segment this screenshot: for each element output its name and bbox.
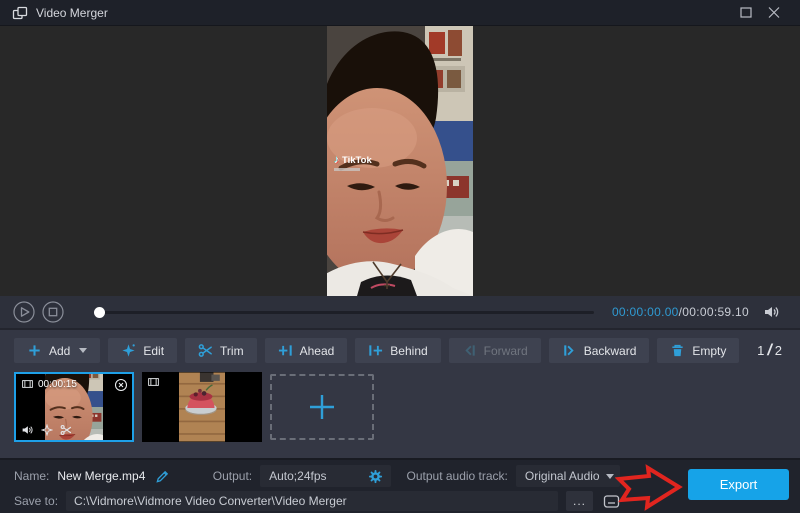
footer-bar: Name: New Merge.mp4 Output: Auto;24fps O… — [0, 458, 800, 513]
clip-trim-icon[interactable] — [60, 424, 72, 436]
output-format-value: Auto;24fps — [269, 469, 326, 483]
time-display: 00:00:00.00/00:00:59.10 — [612, 305, 749, 319]
clip-remove-button[interactable] — [114, 378, 128, 392]
open-folder-button[interactable] — [601, 494, 622, 509]
audio-track-value: Original Audio — [525, 469, 600, 483]
open-folder-icon — [603, 494, 620, 509]
empty-button-label: Empty — [692, 344, 726, 358]
titlebar: Video Merger — [0, 0, 800, 26]
seek-slider[interactable] — [94, 305, 594, 319]
name-label: Name: — [14, 469, 49, 483]
clip-panel: Add Edit Trim Ahead Behind Forward — [0, 328, 800, 458]
clip-tool-icons — [21, 424, 72, 436]
window-title: Video Merger — [36, 6, 108, 20]
stop-button[interactable] — [41, 300, 65, 324]
total-time: 00:00:59.10 — [682, 305, 749, 319]
page-indicator: 1/ 2 — [757, 342, 782, 360]
move-forward-icon — [462, 343, 477, 358]
output-label: Output: — [213, 469, 252, 483]
empty-button[interactable]: Empty — [657, 338, 739, 363]
chevron-down-icon — [606, 474, 614, 479]
save-path-value: C:\Vidmore\Vidmore Video Converter\Video… — [74, 494, 347, 508]
backward-button-label: Backward — [584, 344, 637, 358]
svg-text:♪: ♪ — [334, 154, 340, 166]
magic-wand-icon — [121, 343, 136, 358]
edit-button[interactable]: Edit — [108, 338, 177, 363]
video-merger-window: Video Merger — [0, 0, 800, 513]
ahead-button-label: Ahead — [300, 344, 335, 358]
behind-button[interactable]: Behind — [355, 338, 440, 363]
plus-icon — [308, 393, 336, 421]
close-circle-icon — [114, 378, 128, 392]
close-button[interactable] — [760, 1, 788, 25]
output-format-field[interactable]: Auto;24fps — [260, 465, 390, 487]
backward-button[interactable]: Backward — [549, 338, 650, 363]
merge-icon — [12, 5, 28, 21]
page-total: 2 — [775, 343, 782, 358]
output-settings-button[interactable] — [366, 469, 385, 484]
audio-track-dropdown[interactable]: Original Audio — [516, 465, 620, 487]
insert-ahead-icon — [278, 343, 293, 358]
gear-icon — [368, 469, 383, 484]
trim-button-label: Trim — [220, 344, 244, 358]
save-to-label: Save to: — [14, 494, 58, 508]
volume-button[interactable] — [759, 300, 783, 324]
clip-strip: 00:00:15 — [14, 372, 800, 442]
trim-button[interactable]: Trim — [185, 338, 257, 363]
output-settings-row: Name: New Merge.mp4 Output: Auto;24fps O… — [0, 460, 800, 489]
maximize-button[interactable] — [732, 1, 760, 25]
save-path-field[interactable]: C:\Vidmore\Vidmore Video Converter\Video… — [66, 491, 558, 511]
film-icon — [147, 376, 160, 388]
svg-text:TikTok: TikTok — [342, 155, 372, 166]
insert-behind-icon — [368, 343, 383, 358]
edit-button-label: Edit — [143, 344, 164, 358]
clip-duration-badge: 00:00:15 — [21, 378, 77, 390]
clip-duration-text: 00:00:15 — [38, 379, 77, 390]
forward-button[interactable]: Forward — [449, 338, 541, 363]
seek-handle[interactable] — [94, 307, 105, 318]
ahead-button[interactable]: Ahead — [265, 338, 348, 363]
clip-edit-icon[interactable] — [41, 424, 53, 436]
clip-2-film-badge — [147, 376, 160, 388]
save-to-row: Save to: C:\Vidmore\Vidmore Video Conver… — [0, 489, 800, 513]
current-time: 00:00:00.00 — [612, 305, 679, 319]
page-separator: / — [767, 342, 771, 360]
rename-button[interactable] — [153, 469, 172, 484]
plus-icon — [27, 343, 42, 358]
clip-2-thumbnail — [179, 372, 225, 442]
export-button[interactable]: Export — [688, 469, 789, 500]
audio-track-label: Output audio track: — [407, 469, 508, 483]
clip-audio-icon[interactable] — [21, 424, 34, 436]
chevron-down-icon — [79, 348, 87, 353]
add-clip-placeholder[interactable] — [270, 374, 374, 440]
page-current: 1 — [757, 343, 764, 358]
trash-icon — [670, 343, 685, 358]
transport-bar: 00:00:00.00/00:00:59.10 — [0, 296, 800, 328]
move-backward-icon — [562, 343, 577, 358]
behind-button-label: Behind — [390, 344, 427, 358]
play-button[interactable] — [12, 300, 36, 324]
video-frame: ♪ ♪ ♪ TikTok — [327, 26, 473, 296]
clip-item-2[interactable] — [142, 372, 262, 442]
clip-toolbar: Add Edit Trim Ahead Behind Forward — [0, 330, 800, 363]
video-preview-area: ♪ ♪ ♪ TikTok — [0, 26, 800, 296]
film-icon — [21, 378, 34, 390]
add-button[interactable]: Add — [14, 338, 100, 363]
pencil-icon — [155, 469, 170, 484]
clip-item-1[interactable]: 00:00:15 — [14, 372, 134, 442]
scissors-icon — [198, 343, 213, 358]
seek-track[interactable] — [94, 311, 594, 314]
browse-button[interactable]: ... — [566, 491, 593, 511]
merge-name-value: New Merge.mp4 — [57, 469, 145, 483]
forward-button-label: Forward — [484, 344, 528, 358]
add-button-label: Add — [49, 344, 70, 358]
